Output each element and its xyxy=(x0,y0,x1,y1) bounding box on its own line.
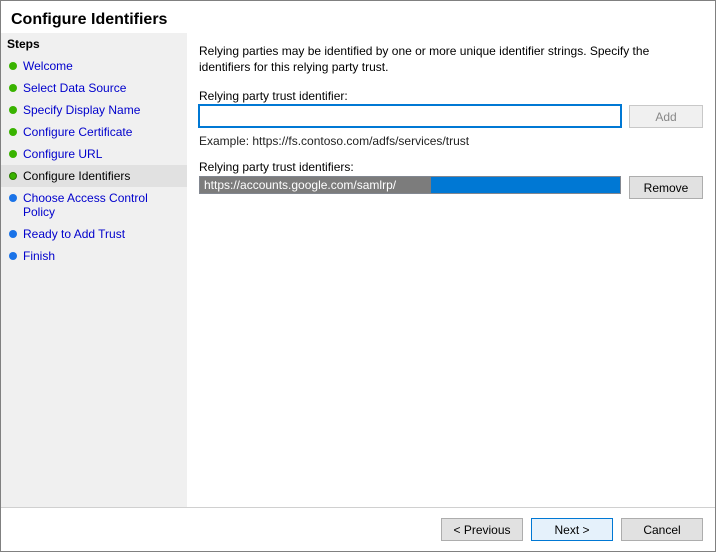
step-label[interactable]: Configure URL xyxy=(23,147,102,161)
wizard-window: Configure Identifiers Steps Welcome Sele… xyxy=(0,0,716,552)
list-item[interactable]: https://accounts.google.com/samlrp/ xyxy=(200,177,620,193)
wizard-body: Steps Welcome Select Data Source Specify… xyxy=(1,33,715,507)
list-item-highlight xyxy=(431,177,620,193)
step-finish[interactable]: Finish xyxy=(1,245,187,267)
bullet-icon xyxy=(9,128,17,136)
instruction-text: Relying parties may be identified by one… xyxy=(199,43,703,75)
step-label[interactable]: Finish xyxy=(23,249,55,263)
identifier-list-label: Relying party trust identifiers: xyxy=(199,160,703,174)
identifier-list-row: https://accounts.google.com/samlrp/ Remo… xyxy=(199,176,703,499)
identifier-input-row: Add xyxy=(199,105,703,128)
add-button[interactable]: Add xyxy=(629,105,703,128)
bullet-icon xyxy=(9,62,17,70)
steps-header: Steps xyxy=(1,33,187,55)
previous-button[interactable]: < Previous xyxy=(441,518,523,541)
identifier-listbox[interactable]: https://accounts.google.com/samlrp/ xyxy=(199,176,621,194)
page-title: Configure Identifiers xyxy=(1,1,715,33)
bullet-icon xyxy=(9,84,17,92)
step-label[interactable]: Ready to Add Trust xyxy=(23,227,125,241)
list-item-text: https://accounts.google.com/samlrp/ xyxy=(200,177,431,193)
bullet-icon xyxy=(9,230,17,238)
example-text: Example: https://fs.contoso.com/adfs/ser… xyxy=(199,134,703,148)
bullet-icon xyxy=(9,172,17,180)
step-welcome[interactable]: Welcome xyxy=(1,55,187,77)
bullet-icon xyxy=(9,194,17,202)
step-label[interactable]: Specify Display Name xyxy=(23,103,140,117)
identifier-input[interactable] xyxy=(199,105,621,127)
bullet-icon xyxy=(9,252,17,260)
step-specify-display-name[interactable]: Specify Display Name xyxy=(1,99,187,121)
identifier-input-label: Relying party trust identifier: xyxy=(199,89,703,103)
step-ready-to-add-trust[interactable]: Ready to Add Trust xyxy=(1,223,187,245)
bullet-icon xyxy=(9,106,17,114)
step-label[interactable]: Configure Certificate xyxy=(23,125,132,139)
remove-button[interactable]: Remove xyxy=(629,176,703,199)
steps-sidebar: Steps Welcome Select Data Source Specify… xyxy=(1,33,187,507)
wizard-footer: < Previous Next > Cancel xyxy=(1,507,715,551)
step-label[interactable]: Choose Access Control Policy xyxy=(23,191,181,219)
content-pane: Relying parties may be identified by one… xyxy=(187,33,715,507)
step-configure-certificate[interactable]: Configure Certificate xyxy=(1,121,187,143)
step-configure-identifiers[interactable]: Configure Identifiers xyxy=(1,165,187,187)
step-label[interactable]: Welcome xyxy=(23,59,73,73)
step-choose-access-control-policy[interactable]: Choose Access Control Policy xyxy=(1,187,187,223)
step-select-data-source[interactable]: Select Data Source xyxy=(1,77,187,99)
next-button[interactable]: Next > xyxy=(531,518,613,541)
cancel-button[interactable]: Cancel xyxy=(621,518,703,541)
step-label: Configure Identifiers xyxy=(23,169,130,183)
step-label[interactable]: Select Data Source xyxy=(23,81,126,95)
bullet-icon xyxy=(9,150,17,158)
step-configure-url[interactable]: Configure URL xyxy=(1,143,187,165)
